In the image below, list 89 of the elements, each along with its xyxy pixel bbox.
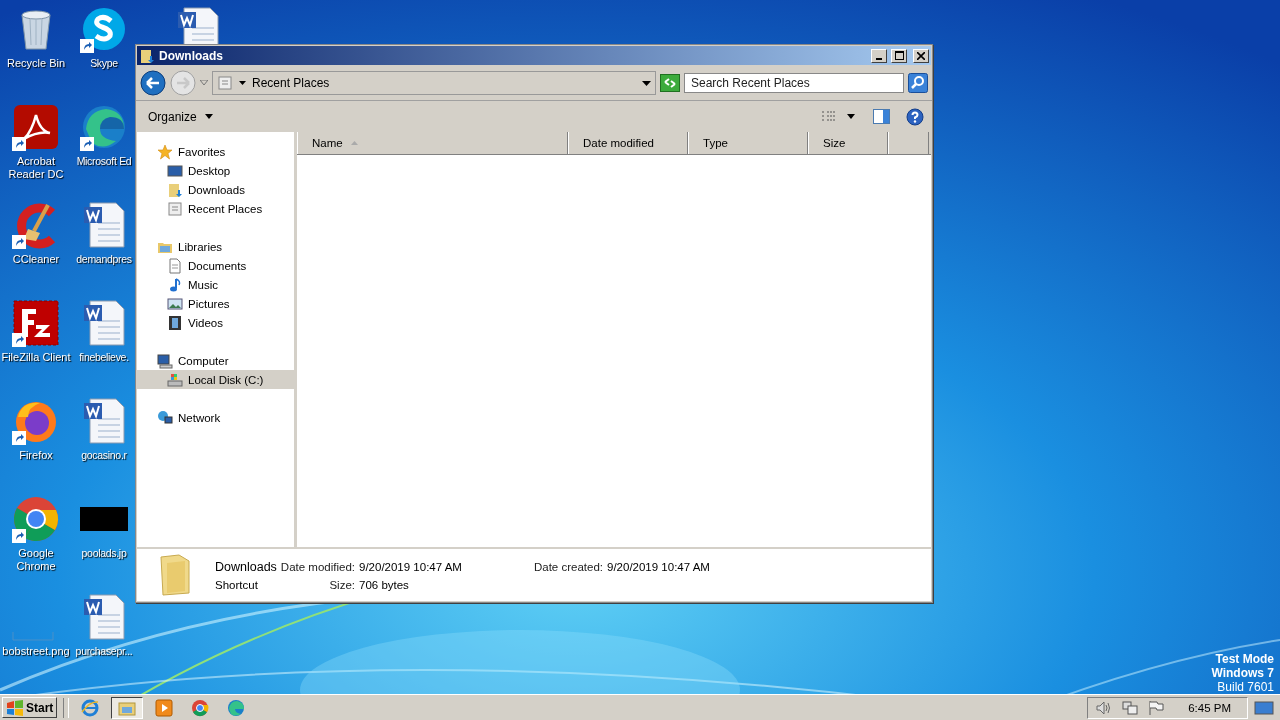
minimize-button[interactable] (871, 48, 887, 63)
tree-item[interactable]: Desktop (137, 161, 294, 180)
file-name: Downloads (215, 559, 277, 574)
star-icon (157, 143, 173, 160)
search-field[interactable]: Search Recent Places (684, 73, 904, 93)
tree-item[interactable]: Local Disk (C:) (137, 370, 294, 389)
maximize-icon (894, 51, 904, 60)
tree-item[interactable]: Network (137, 408, 294, 427)
back-button[interactable] (140, 70, 166, 96)
maximize-button[interactable] (891, 48, 907, 63)
tree-item[interactable]: Documents (137, 256, 294, 275)
preview-pane-icon[interactable] (873, 109, 890, 124)
property-label: Date modified: (280, 560, 355, 573)
chrome-icon (12, 495, 60, 543)
desktop-icon-label[interactable]: Recycle Bin (6, 57, 66, 70)
music-note-icon (167, 276, 183, 293)
column-header[interactable]: Date modified (568, 132, 688, 154)
file-type: Shortcut (215, 578, 259, 591)
desktop-icon-label[interactable]: finebelieve. (79, 351, 129, 364)
os-build-text: Windows 7 (1211, 666, 1274, 680)
edge-icon (227, 698, 246, 717)
help-icon[interactable] (906, 107, 924, 126)
filezilla-icon (12, 299, 60, 347)
desktop-icon-label[interactable]: demandpres (76, 253, 132, 266)
property-label: Size: (328, 578, 355, 591)
property-value: 706 bytes (359, 578, 410, 591)
property-value: 9/20/2019 10:47 AM (359, 560, 462, 573)
folder-icon (167, 181, 183, 198)
desktop-icon-label[interactable]: Microsoft Ed (76, 155, 132, 168)
property-label: Date created: (533, 560, 603, 573)
acrobat-icon (12, 103, 60, 151)
tree-item[interactable]: Computer (137, 351, 294, 370)
taskbar-button[interactable] (111, 696, 144, 719)
internet-explorer-icon (81, 698, 100, 717)
tree-item[interactable]: Recent Places (137, 199, 294, 218)
skype-icon (80, 5, 128, 53)
desktop-icon-label[interactable]: Firefox (19, 449, 53, 462)
dropdown-caret-icon[interactable] (642, 80, 651, 86)
close-button[interactable] (913, 48, 929, 63)
desktop-icon-label[interactable]: CCleaner (12, 253, 60, 266)
desktop-icon-label[interactable]: bobstreet.png (2, 645, 70, 658)
pictures-icon (167, 295, 183, 312)
search-button[interactable] (908, 73, 928, 93)
windows-logo-icon (6, 699, 24, 716)
minimize-icon (876, 57, 882, 60)
recent-places-icon (167, 200, 183, 217)
image-file-icon (12, 631, 54, 641)
start-button[interactable]: Start (2, 697, 58, 718)
desktop-icon (167, 162, 183, 179)
organize-button[interactable]: Organize (144, 107, 217, 126)
speaker-icon[interactable] (1096, 700, 1113, 715)
clock[interactable]: 6:45 PM (1188, 701, 1231, 714)
tree-item[interactable]: Music (137, 275, 294, 294)
folder-icon (139, 47, 155, 64)
caret-icon (204, 114, 213, 119)
desktop-icon-label[interactable]: Google Chrome (1, 547, 71, 573)
recent-places-icon (217, 75, 233, 91)
desktop-icon-label[interactable]: FileZilla Client (1, 351, 71, 364)
caret-icon (239, 81, 246, 85)
media-player-icon (155, 698, 174, 717)
column-header[interactable]: Type (688, 132, 808, 154)
column-header[interactable]: Size (808, 132, 888, 154)
window-title: Downloads (159, 48, 224, 63)
caret-icon[interactable] (847, 114, 855, 119)
tree-item[interactable]: Libraries (137, 237, 294, 256)
disk-drive-icon (167, 371, 183, 388)
network-icon[interactable] (1122, 700, 1139, 715)
tree-item[interactable]: Downloads (137, 180, 294, 199)
tree-item[interactable]: Pictures (137, 294, 294, 313)
desktop-icon-label[interactable]: Skype (90, 57, 118, 70)
edge-icon (80, 103, 128, 151)
flag-icon[interactable] (1148, 700, 1165, 715)
os-build-text: Test Mode (1214, 652, 1274, 666)
computer-icon (157, 352, 173, 369)
column-header[interactable]: Name (297, 132, 568, 154)
column-header[interactable] (888, 132, 929, 154)
os-build-text: Build 7601 (1216, 680, 1274, 694)
desktop-icon-label[interactable]: Acrobat Reader DC (1, 155, 71, 181)
film-icon (167, 314, 183, 331)
network-icon (157, 409, 173, 426)
address-bar[interactable]: Recent Places (212, 71, 656, 95)
refresh-button[interactable] (660, 74, 680, 92)
property-value: 9/20/2019 10:47 AM (607, 560, 710, 573)
close-icon (917, 51, 925, 60)
tree-item[interactable]: Favorites (137, 142, 294, 161)
document-icon (167, 257, 183, 274)
tree-item[interactable]: Videos (137, 313, 294, 332)
show-desktop-icon[interactable] (1254, 699, 1274, 716)
chrome-icon (191, 698, 210, 717)
